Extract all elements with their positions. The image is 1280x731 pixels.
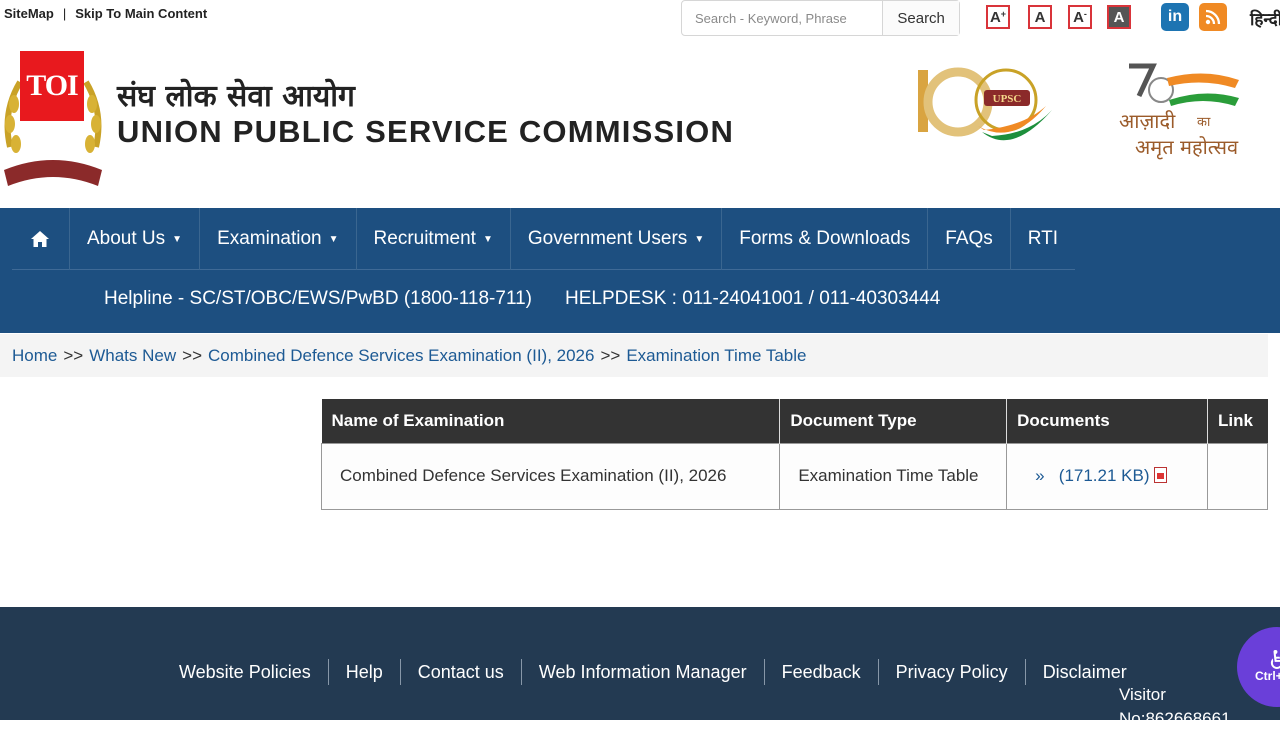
- search-button[interactable]: Search: [882, 1, 959, 35]
- toi-badge: TOI: [20, 51, 84, 121]
- visitor-count: No:862668661: [1119, 709, 1231, 728]
- footer-links: Website Policies Help Contact us Web Inf…: [162, 659, 1144, 685]
- search-input[interactable]: [682, 1, 883, 35]
- skip-to-content-link[interactable]: Skip To Main Content: [75, 6, 207, 21]
- site-header: TOI संघ लोक सेवा आयोग UNION PUBLIC SERVI…: [0, 40, 1280, 208]
- link-separator: |: [62, 6, 67, 21]
- footer-link-feedback[interactable]: Feedback: [765, 659, 879, 685]
- footer-link-help[interactable]: Help: [329, 659, 401, 685]
- font-normal-label: A: [1034, 8, 1046, 26]
- nav-forms-downloads[interactable]: Forms & Downloads: [722, 208, 929, 270]
- language-toggle[interactable]: हिन्दी: [1250, 7, 1280, 30]
- nav-label: Forms & Downloads: [739, 228, 911, 249]
- breadcrumb-home[interactable]: Home: [12, 346, 57, 366]
- document-download-link[interactable]: » (171.21 KB): [1035, 466, 1149, 485]
- document-size: (171.21 KB): [1058, 466, 1150, 485]
- azadi-ka-amrit-mahotsav-logo-icon: आज़ादी का अमृत महोत्सव: [1119, 63, 1239, 160]
- site-title-hindi: संघ लोक सेवा आयोग: [117, 79, 355, 114]
- nav-label: Government Users: [527, 228, 688, 249]
- nav-label: Recruitment: [373, 228, 476, 249]
- high-contrast-button[interactable]: A: [1107, 5, 1131, 29]
- footer-link-privacy-policy[interactable]: Privacy Policy: [879, 659, 1026, 685]
- nav-government-users[interactable]: Government Users ▼: [511, 208, 723, 270]
- breadcrumb-current[interactable]: Examination Time Table: [626, 346, 806, 366]
- main-navigation: About Us ▼ Examination ▼ Recruitment ▼ Gove…: [0, 208, 1280, 333]
- nav-about-us[interactable]: About Us ▼: [70, 208, 201, 270]
- breadcrumb: Home >> Whats New >> Combined Defence Se…: [0, 334, 1268, 377]
- font-increase-sup: +: [1000, 9, 1007, 19]
- home-icon: [31, 231, 49, 247]
- cell-document-type: Examination Time Table: [779, 442, 1008, 510]
- column-header-name: Name of Examination: [321, 399, 781, 443]
- rss-icon[interactable]: [1199, 3, 1227, 31]
- svg-text:UPSC: UPSC: [993, 93, 1022, 105]
- font-decrease-sup: -: [1083, 9, 1087, 19]
- breadcrumb-separator: >>: [182, 345, 202, 365]
- linkedin-icon[interactable]: in: [1161, 3, 1189, 31]
- site-title-english: UNION PUBLIC SERVICE COMMISSION: [117, 114, 735, 149]
- font-normal-button[interactable]: A: [1028, 5, 1052, 29]
- nav-examination[interactable]: Examination ▼: [200, 208, 357, 270]
- breadcrumb-separator: >>: [63, 345, 84, 365]
- cell-documents: » (171.21 KB): [1006, 442, 1208, 510]
- chevron-down-icon: ▼: [172, 233, 183, 245]
- rss-glyph-icon: [1205, 9, 1221, 25]
- chevron-down-icon: ▼: [482, 233, 493, 245]
- nav-label: Examination: [217, 228, 322, 249]
- upsc-100-years-logo-icon: UPSC: [918, 67, 1052, 141]
- cell-exam-name: Combined Defence Services Examination (I…: [320, 442, 781, 510]
- high-contrast-label: A: [1113, 8, 1125, 26]
- nav-faqs[interactable]: FAQs: [928, 208, 1011, 270]
- breadcrumb-whats-new[interactable]: Whats New: [89, 346, 176, 366]
- site-footer: Website Policies Help Contact us Web Inf…: [0, 607, 1280, 728]
- sitemap-link[interactable]: SiteMap: [4, 6, 54, 21]
- helpline-bar: Helpline - SC/ST/OBC/EWS/PwBD (1800-118-…: [104, 288, 940, 310]
- footer-link-website-policies[interactable]: Website Policies: [162, 659, 329, 685]
- font-increase-label: A: [989, 8, 1001, 26]
- helpline-text: Helpline - SC/ST/OBC/EWS/PwBD (1800-118-…: [104, 288, 533, 309]
- top-utility-bar: SiteMap|Skip To Main Content Search A+ A…: [0, 0, 1280, 40]
- font-increase-button[interactable]: A +: [986, 5, 1010, 29]
- nav-label: About Us: [87, 228, 166, 249]
- pdf-icon[interactable]: [1153, 467, 1167, 483]
- column-header-type: Document Type: [779, 399, 1008, 443]
- utility-links: SiteMap | Skip To Main Content: [4, 6, 207, 21]
- font-decrease-label: A: [1073, 8, 1084, 26]
- footer-link-web-information-manager[interactable]: Web Information Manager: [522, 659, 765, 685]
- nav-recruitment[interactable]: Recruitment ▼: [357, 208, 511, 270]
- table-row: Combined Defence Services Examination (I…: [320, 442, 1269, 510]
- documents-table: Name of Examination Document Type Docume…: [320, 399, 1269, 510]
- footer-link-disclaimer[interactable]: Disclaimer: [1026, 659, 1144, 685]
- footer-link-contact-us[interactable]: Contact us: [401, 659, 522, 685]
- helpdesk-text: HELPDESK : 011-24041001 / 011-40303444: [565, 288, 941, 309]
- svg-text:अमृत महोत्सव: अमृत महोत्सव: [1135, 135, 1239, 160]
- visitor-counter: Visitor No:862668661: [1119, 683, 1231, 731]
- column-header-documents: Documents: [1006, 399, 1208, 443]
- linkedin-label: in: [1167, 8, 1183, 25]
- column-header-link: Link: [1207, 399, 1268, 443]
- chevron-down-icon: ▼: [328, 233, 339, 245]
- accessibility-shortcut-label: Ctrl+: [1255, 669, 1280, 683]
- visitor-label: Visitor: [1119, 685, 1166, 704]
- nav-label: RTI: [1027, 228, 1059, 249]
- search-box: Search: [681, 0, 960, 36]
- breadcrumb-separator: >>: [600, 345, 621, 365]
- table-header-row: Name of Examination Document Type Docume…: [321, 399, 1268, 443]
- link-arrow: »: [1035, 466, 1045, 485]
- breadcrumb-exam[interactable]: Combined Defence Services Examination (I…: [208, 346, 594, 366]
- cell-link: [1206, 442, 1269, 510]
- nav-label: FAQs: [945, 228, 993, 249]
- chevron-down-icon: ▼: [694, 233, 705, 245]
- svg-text:आज़ादी: आज़ादी: [1119, 109, 1176, 133]
- svg-text:का: का: [1197, 115, 1211, 130]
- nav-menu: About Us ▼ Examination ▼ Recruitment ▼ Gove…: [12, 208, 1076, 270]
- nav-rti[interactable]: RTI: [1011, 208, 1075, 270]
- nav-home[interactable]: [12, 208, 70, 270]
- font-decrease-button[interactable]: A-: [1068, 5, 1092, 29]
